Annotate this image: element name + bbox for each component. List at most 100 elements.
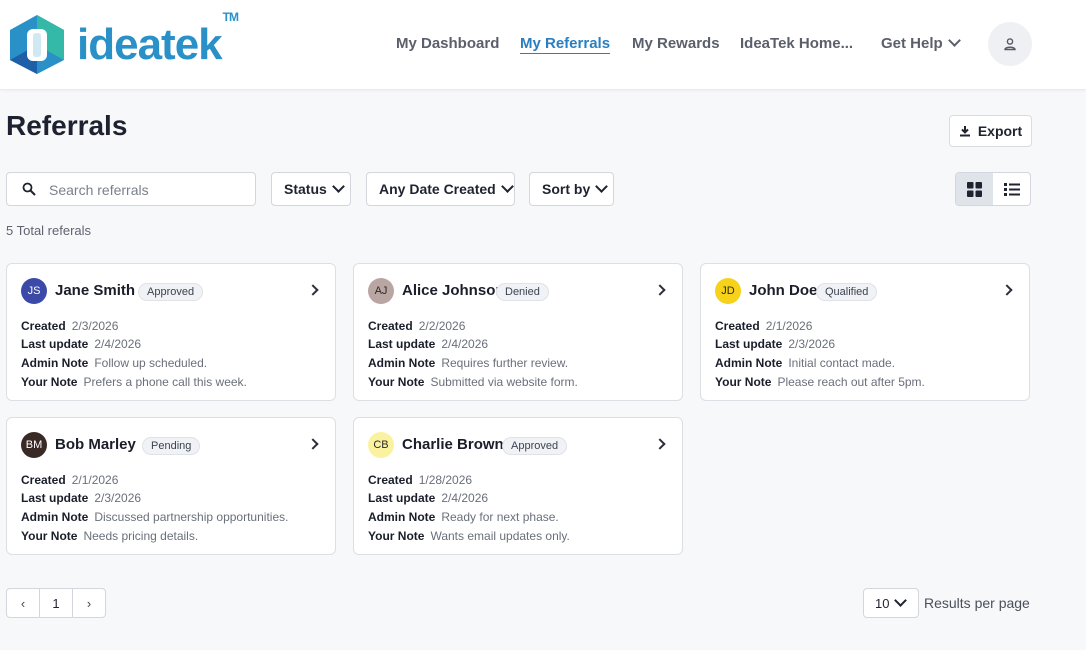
list-view-button[interactable] (993, 173, 1030, 205)
search-box (6, 172, 256, 207)
field-label: Admin Note (21, 356, 89, 370)
date-filter-dropdown[interactable]: Any Date Created (366, 172, 515, 206)
field-label: Your Note (715, 375, 772, 389)
status-badge: Denied (496, 283, 549, 301)
previous-page-button[interactable]: ‹ (7, 589, 39, 617)
referral-card[interactable]: BM Bob Marley Pending Created 2/1/2026 Last u… (6, 417, 336, 555)
field-label: Your Note (21, 529, 78, 543)
referral-your-note-row: Your Note Prefers a phone call this week. (21, 375, 247, 389)
field-label: Last update (21, 337, 89, 351)
referral-created-row: Created 1/28/2026 (368, 473, 472, 487)
chevron-right-icon[interactable] (1001, 284, 1013, 296)
sort-label: Sort by (542, 181, 591, 197)
export-label: Export (977, 123, 1023, 139)
field-value: Initial contact made. (788, 356, 896, 370)
field-value: 2/3/2026 (94, 491, 142, 505)
results-per-page-label: Results per page (924, 595, 1030, 611)
referral-card[interactable]: JS Jane Smith Approved Created 2/3/2026 Last … (6, 263, 336, 401)
referral-card[interactable]: CB Charlie Brown Approved Created 1/28/2026 L… (353, 417, 683, 555)
field-value: 2/4/2026 (94, 337, 142, 351)
referral-your-note-row: Your Note Needs pricing details. (21, 529, 198, 543)
field-value: Wants email updates only. (430, 529, 570, 543)
field-value: Prefers a phone call this week. (83, 375, 247, 389)
field-value: 2/1/2026 (71, 473, 119, 487)
referral-name: John Doe (749, 282, 818, 299)
search-input[interactable] (47, 173, 251, 207)
referral-last-update-row: Last update 2/4/2026 (368, 491, 488, 505)
nav-get-help[interactable]: Get Help (881, 34, 961, 52)
nav-my-referrals[interactable]: My Referrals (520, 35, 610, 52)
field-label: Admin Note (715, 356, 783, 370)
referral-name: Charlie Brown (402, 436, 504, 453)
field-value: Follow up scheduled. (94, 356, 208, 370)
field-value: 2/1/2026 (765, 319, 813, 333)
chevron-down-icon (947, 34, 961, 47)
nav-get-help-label: Get Help (881, 35, 943, 52)
next-page-button[interactable]: › (73, 589, 105, 617)
field-value: Submitted via website form. (430, 375, 578, 389)
referral-name: Bob Marley (55, 436, 136, 453)
avatar: BM (21, 432, 47, 458)
nav-ideatek-home[interactable]: IdeaTek Home... (740, 35, 853, 52)
chevron-right-icon[interactable] (654, 284, 666, 296)
field-label: Your Note (368, 375, 425, 389)
avatar: JD (715, 278, 741, 304)
referral-your-note-row: Your Note Please reach out after 5pm. (715, 375, 925, 389)
field-value: 2/3/2026 (71, 319, 119, 333)
results-per-page-value: 10 (875, 595, 890, 611)
export-button[interactable]: Export (949, 115, 1032, 147)
field-value: 2/2/2026 (418, 319, 466, 333)
chevron-down-icon (894, 593, 908, 607)
grid-icon (967, 181, 982, 197)
referral-admin-note-row: Admin Note Ready for next phase. (368, 510, 559, 524)
download-icon (959, 126, 970, 137)
field-label: Your Note (368, 529, 425, 543)
field-value: 1/28/2026 (418, 473, 473, 487)
sort-dropdown[interactable]: Sort by (529, 172, 614, 206)
results-per-page-dropdown[interactable]: 10 (863, 588, 919, 618)
referral-card[interactable]: JD John Doe Qualified Created 2/1/2026 Last u… (700, 263, 1030, 401)
pagination: ‹ 1 › (6, 588, 106, 618)
chevron-down-icon (500, 179, 514, 193)
chevron-right-icon[interactable] (654, 438, 666, 450)
field-label: Last update (715, 337, 783, 351)
total-referrals-count: 5 Total referals (6, 223, 92, 238)
referral-created-row: Created 2/2/2026 (368, 319, 465, 333)
status-badge: Approved (138, 283, 204, 301)
field-label: Created (715, 319, 760, 333)
referral-admin-note-row: Admin Note Initial contact made. (715, 356, 895, 370)
page-number-button[interactable]: 1 (39, 589, 73, 617)
field-value: Needs pricing details. (83, 529, 199, 543)
status-badge: Pending (142, 437, 201, 455)
page-title: Referrals (6, 110, 128, 141)
referral-your-note-row: Your Note Wants email updates only. (368, 529, 570, 543)
referral-name: Alice Johnson (402, 282, 505, 299)
status-filter-dropdown[interactable]: Status (271, 172, 351, 206)
field-label: Created (368, 319, 413, 333)
chevron-right-icon[interactable] (307, 438, 319, 450)
avatar: AJ (368, 278, 394, 304)
field-value: Please reach out after 5pm. (777, 375, 925, 389)
referral-last-update-row: Last update 2/4/2026 (21, 337, 141, 351)
chevron-right-icon[interactable] (307, 284, 319, 296)
referral-created-row: Created 2/1/2026 (715, 319, 812, 333)
chevron-down-icon (331, 179, 345, 193)
ideatek-logo-icon[interactable] (6, 13, 68, 75)
user-icon (1004, 38, 1016, 51)
field-label: Last update (368, 337, 436, 351)
grid-view-button[interactable] (956, 173, 993, 205)
nav-my-rewards[interactable]: My Rewards (632, 35, 720, 52)
referral-created-row: Created 2/3/2026 (21, 319, 118, 333)
referral-card[interactable]: AJ Alice Johnson Denied Created 2/2/2026 Last… (353, 263, 683, 401)
field-value: 2/4/2026 (441, 491, 489, 505)
field-value: Requires further review. (441, 356, 569, 370)
user-account-button[interactable] (988, 22, 1032, 66)
nav-my-dashboard[interactable]: My Dashboard (396, 35, 499, 52)
avatar: JS (21, 278, 47, 304)
brand-name[interactable]: ideatekTM (77, 10, 239, 70)
referral-admin-note-row: Admin Note Requires further review. (368, 356, 568, 370)
field-label: Last update (21, 491, 89, 505)
status-badge: Approved (502, 437, 568, 455)
referral-your-note-row: Your Note Submitted via website form. (368, 375, 578, 389)
referral-admin-note-row: Admin Note Discussed partnership opportun… (21, 510, 288, 524)
